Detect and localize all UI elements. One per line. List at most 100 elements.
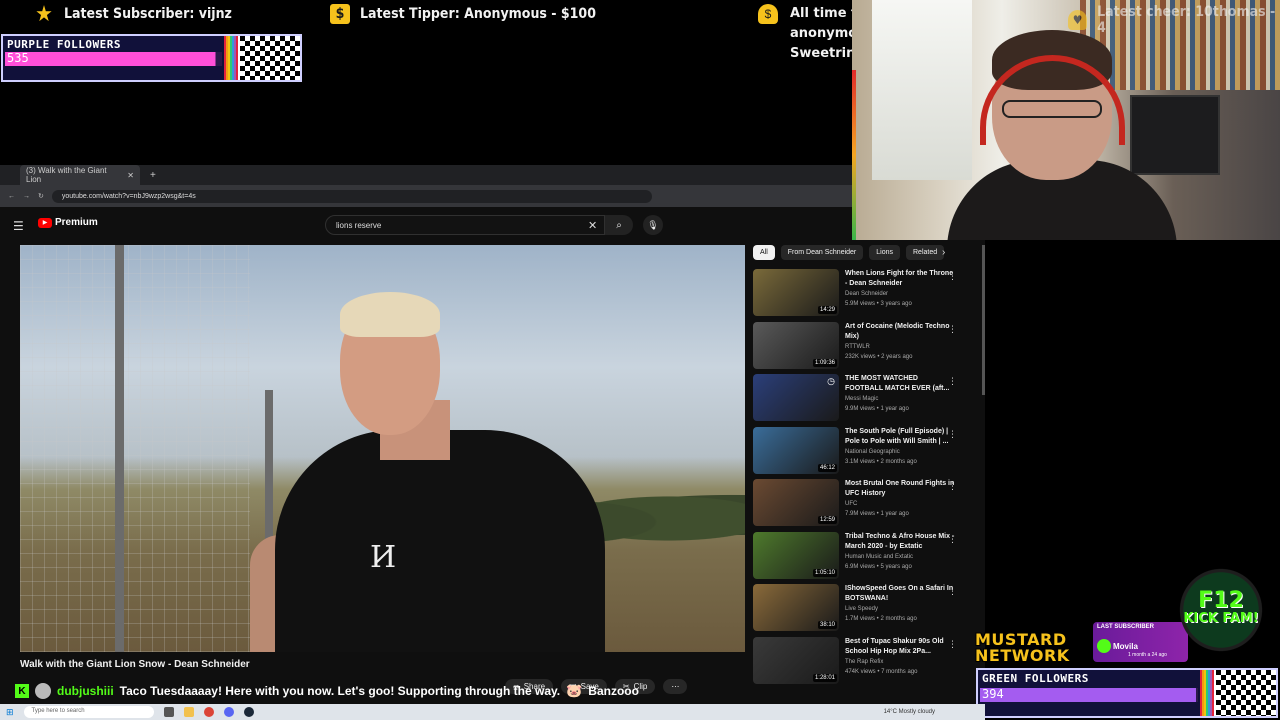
rec-channel[interactable]: The Rap Refix <box>845 657 957 667</box>
video-player[interactable]: И <box>20 245 745 652</box>
more-vert-icon[interactable]: ⋮ <box>948 429 957 440</box>
chip-related[interactable]: Related <box>906 245 945 260</box>
video-info: The South Pole (Full Episode) | Pole to … <box>845 427 957 480</box>
chrome-icon[interactable] <box>203 707 214 717</box>
goal-progress-bar <box>5 52 222 66</box>
rec-title[interactable]: Tribal Techno & Afro House Mix - March 2… <box>845 532 957 552</box>
chat-emote-text: Banzooo <box>588 684 639 698</box>
more-vert-icon[interactable]: ⋮ <box>948 639 957 650</box>
video-thumbnail[interactable]: 12:59 <box>753 479 839 526</box>
more-vert-icon[interactable]: ⋮ <box>948 534 957 545</box>
list-item[interactable]: ◷ THE MOST WATCHED FOOTBALL MATCH EVER (… <box>753 374 963 427</box>
rec-title[interactable]: When Lions Fight for the Throne - Dean S… <box>845 269 957 289</box>
last-sub-label: LAST SUBSCRIBER <box>1097 624 1155 630</box>
video-thumbnail[interactable]: 1:05:10 <box>753 531 839 579</box>
chip-lions[interactable]: Lions <box>869 245 900 260</box>
search-input[interactable]: lions reserve <box>325 215 605 235</box>
task-view-icon[interactable] <box>163 707 174 717</box>
weather-widget[interactable]: 14°C Mostly cloudy <box>884 709 935 715</box>
rec-channel[interactable]: Live Speedy <box>845 604 957 614</box>
rec-title[interactable]: Art of Cocaine (Melodic Techno Mix) <box>845 322 957 342</box>
latest-tipper-text: Latest Tipper: Anonymous - $100 <box>360 6 596 22</box>
rec-channel[interactable]: Human Music and Extatic <box>845 552 957 562</box>
more-vert-icon[interactable]: ⋮ <box>948 324 957 335</box>
money-bag-icon: $ <box>758 4 778 24</box>
mic-button[interactable]: 🎙 <box>643 215 663 235</box>
menu-icon[interactable]: ☰ <box>13 219 24 233</box>
file-explorer-icon[interactable] <box>183 707 194 717</box>
latest-cheer: ♥ Latest cheer: 10thomas - 4 <box>1068 4 1280 36</box>
video-thumbnail[interactable]: ◷ <box>753 374 839 421</box>
more-actions-button[interactable]: ⋯ <box>663 679 688 694</box>
list-item[interactable]: 1:05:10 Tribal Techno & Afro House Mix -… <box>753 531 963 585</box>
rec-title[interactable]: IShowSpeed Goes On a Safari In BOTSWANA! <box>845 584 957 604</box>
reload-icon[interactable]: ↻ <box>38 192 44 200</box>
more-vert-icon[interactable]: ⋮ <box>948 586 957 597</box>
chat-message: K dubjushiii Taco Tuesdaaaay! Here with … <box>15 683 639 699</box>
rec-title[interactable]: The South Pole (Full Episode) | Pole to … <box>845 427 957 447</box>
windows-start-icon[interactable]: ⊞ <box>6 707 14 718</box>
list-item[interactable]: 38:10 IShowSpeed Goes On a Safari In BOT… <box>753 584 963 637</box>
video-thumbnail[interactable]: 46:12 <box>753 426 839 474</box>
rec-channel[interactable]: Messi Magic <box>845 394 957 404</box>
tab-youtube[interactable]: (3) Walk with the Giant Lion ✕ <box>20 165 140 185</box>
sidebar-scrollbar[interactable] <box>982 245 985 395</box>
recommendation-list: 14:29 When Lions Fight for the Throne - … <box>753 269 963 689</box>
rec-channel[interactable]: RTTWLR <box>845 342 957 352</box>
last-sub-user: Movila <box>1113 642 1138 651</box>
cam-glasses <box>1002 100 1102 118</box>
back-icon[interactable]: ← <box>8 193 15 200</box>
forward-icon[interactable]: → <box>23 193 30 200</box>
rec-title[interactable]: Best of Tupac Shakur 90s Old School Hip … <box>845 637 957 657</box>
list-item[interactable]: 1:09:36 Art of Cocaine (Melodic Techno M… <box>753 321 963 375</box>
green-followers-goal: GREEN FOLLOWERS 394 400 <box>976 668 1278 718</box>
close-tab-icon[interactable]: ✕ <box>127 171 134 180</box>
chip-all[interactable]: All <box>753 245 775 260</box>
chip-from-dean-schneider[interactable]: From Dean Schneider <box>780 245 864 260</box>
more-vert-icon[interactable]: ⋮ <box>948 271 957 282</box>
latest-tipper: $ Latest Tipper: Anonymous - $100 <box>330 4 596 24</box>
steam-icon[interactable] <box>243 707 254 717</box>
rec-meta: 6.9M views • 5 years ago <box>845 563 912 570</box>
video-info: Tribal Techno & Afro House Mix - March 2… <box>845 532 957 585</box>
goal-title: GREEN FOLLOWERS <box>982 672 1089 685</box>
chevron-right-icon[interactable]: › <box>942 247 945 258</box>
url-field[interactable]: youtube.com/watch?v=nbJ9wzp2wsg&t=4s <box>51 189 652 203</box>
taskbar-search-input[interactable]: Type here to search <box>23 706 154 718</box>
new-tab-icon[interactable]: + <box>150 170 156 181</box>
avatar <box>1097 639 1111 653</box>
youtube-logo[interactable]: ▶ Premium <box>38 217 98 228</box>
dollar-icon: $ <box>330 4 350 24</box>
video-info: THE MOST WATCHED FOOTBALL MATCH EVER (af… <box>845 374 957 427</box>
shirt-logo: И <box>370 540 397 575</box>
kick-fam-logo: F12 KICK FAM! <box>1175 560 1267 660</box>
list-item[interactable]: 12:59 Most Brutal One Round Fights in UF… <box>753 479 963 532</box>
mustard-network-logo: MUSTARD NETWORK <box>975 632 1070 664</box>
list-item[interactable]: 14:29 When Lions Fight for the Throne - … <box>753 269 963 322</box>
play-logo-icon: ▶ <box>38 217 52 228</box>
discord-icon[interactable] <box>223 707 234 717</box>
more-vert-icon[interactable]: ⋮ <box>948 376 957 387</box>
list-item[interactable]: 1:28:01 Best of Tupac Shakur 90s Old Sch… <box>753 636 963 690</box>
rec-meta: 3.1M views • 2 months ago <box>845 458 917 465</box>
more-vert-icon[interactable]: ⋮ <box>948 481 957 492</box>
video-thumbnail[interactable]: 38:10 <box>753 584 839 631</box>
clear-search-icon[interactable]: ✕ <box>588 219 597 232</box>
rec-channel[interactable]: Dean Schneider <box>845 289 957 299</box>
rec-channel[interactable]: UFC <box>845 499 957 509</box>
rec-title[interactable]: THE MOST WATCHED FOOTBALL MATCH EVER (af… <box>845 374 957 394</box>
video-thumbnail[interactable]: 14:29 <box>753 269 839 316</box>
search-button[interactable]: ⌕ <box>605 215 633 235</box>
rec-channel[interactable]: National Geographic <box>845 447 957 457</box>
last-sub-time: 1 month a 24 ago <box>1128 652 1167 658</box>
video-thumbnail[interactable]: 1:09:36 <box>753 321 839 369</box>
fence-post <box>115 245 124 652</box>
list-item[interactable]: 46:12 The South Pole (Full Episode) | Po… <box>753 426 963 480</box>
filter-chips: All From Dean Schneider Lions Related <box>753 245 945 260</box>
duration-badge: 14:29 <box>817 306 837 314</box>
rec-title[interactable]: Most Brutal One Round Fights in UFC Hist… <box>845 479 957 499</box>
video-thumbnail[interactable]: 1:28:01 <box>753 636 839 684</box>
kick-fam-line-2: KICK FAM! <box>1183 611 1259 626</box>
watch-later-icon[interactable]: ◷ <box>827 376 835 387</box>
person-hair <box>340 292 440 337</box>
